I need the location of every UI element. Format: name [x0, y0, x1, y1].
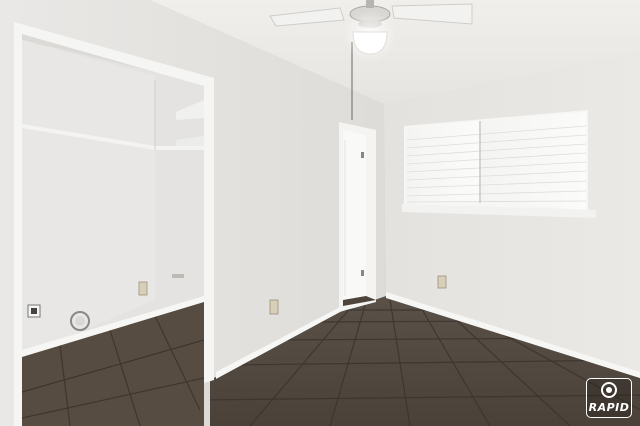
watermark-text: RAPID	[588, 401, 630, 414]
room-photo: RAPID	[0, 0, 640, 426]
right-wall-outlet	[437, 275, 447, 289]
window	[402, 110, 596, 218]
closet-wall-outlet	[138, 281, 148, 296]
rapid-watermark: RAPID	[586, 378, 632, 418]
room-illustration	[0, 0, 640, 426]
hallway-doorway	[339, 122, 376, 312]
camera-icon	[601, 382, 617, 398]
closet	[22, 40, 204, 426]
left-wall-outlet	[269, 299, 279, 315]
closet-water-valve	[172, 274, 184, 278]
